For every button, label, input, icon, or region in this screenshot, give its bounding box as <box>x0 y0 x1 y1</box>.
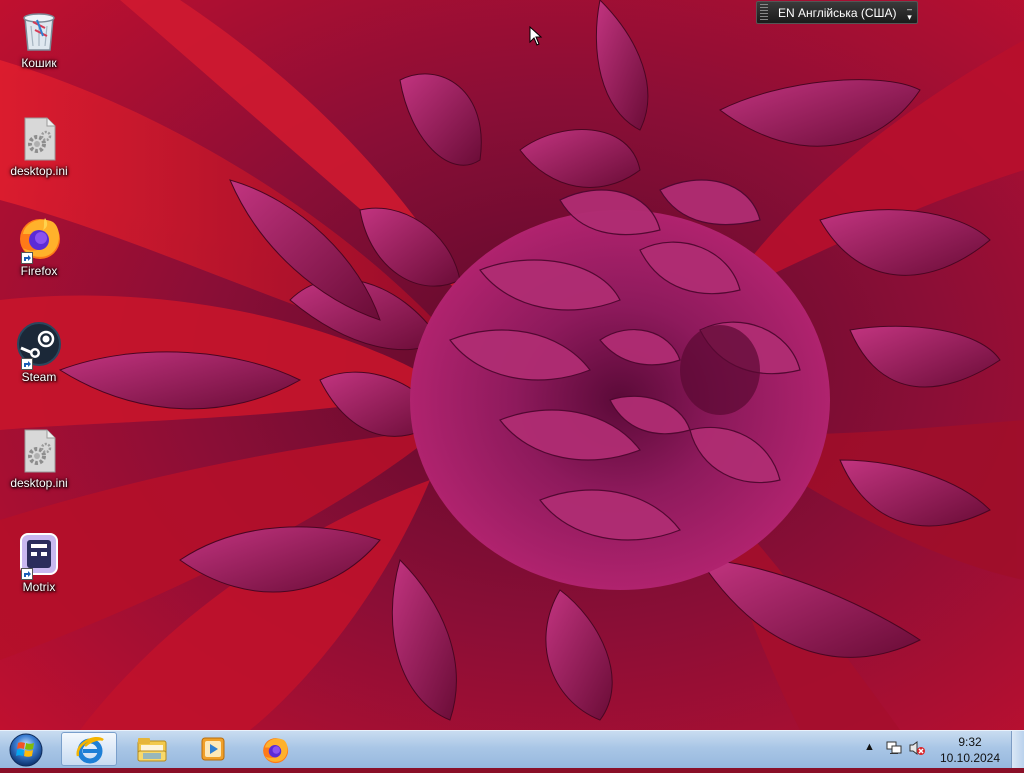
media-player-icon <box>201 737 225 761</box>
internet-explorer-icon <box>76 737 104 764</box>
desktop-icon-desktop-ini-2[interactable]: desktop.ini <box>4 426 74 490</box>
shortcut-arrow-icon <box>21 568 33 580</box>
input-language-label[interactable]: EN Англійська (США) <box>778 6 897 20</box>
taskbar-internet-explorer[interactable] <box>61 732 117 766</box>
desktop-icon-motrix[interactable]: Motrix <box>4 530 74 594</box>
taskbar-firefox[interactable] <box>247 732 303 766</box>
desktop-icon-firefox[interactable]: Firefox <box>4 214 74 278</box>
firefox-icon <box>263 738 289 764</box>
motrix-icon <box>15 530 63 580</box>
show-hidden-icons-arrow-icon[interactable]: ▲ <box>864 741 875 753</box>
shortcut-arrow-icon <box>21 252 33 264</box>
taskbar-file-explorer[interactable] <box>123 732 179 766</box>
start-button[interactable] <box>4 732 48 768</box>
desktop-icon-label: desktop.ini <box>10 476 68 490</box>
language-bar-options-icon[interactable]: – ▾ <box>907 4 912 21</box>
mouse-cursor-icon <box>529 26 543 46</box>
file-explorer-icon <box>137 738 167 762</box>
desktop-icon-label: Motrix <box>22 580 56 594</box>
taskbar: ▲ 9:32 10.10.2024 <box>0 730 1024 768</box>
settings-file-icon <box>15 426 63 474</box>
desktop-icon-steam[interactable]: Steam <box>4 320 74 384</box>
desktop-icon-label: Firefox <box>20 264 58 278</box>
desktop-icon-recycle-bin[interactable]: Кошик <box>4 6 74 70</box>
clock-date: 10.10.2024 <box>939 751 1001 765</box>
drag-grip-icon[interactable] <box>760 4 768 21</box>
desktop-icon-label: Steam <box>21 370 57 384</box>
network-icon[interactable] <box>886 740 902 759</box>
system-clock[interactable]: 9:32 10.10.2024 <box>930 734 1010 766</box>
settings-file-icon <box>15 114 63 162</box>
desktop-wallpaper <box>0 0 1024 730</box>
volume-muted-icon[interactable] <box>908 740 926 759</box>
language-bar[interactable]: EN Англійська (США) – ▾ <box>756 1 918 24</box>
clock-time: 9:32 <box>958 735 982 749</box>
desktop-icon-label: Кошик <box>21 56 57 70</box>
show-desktop-button[interactable] <box>1011 731 1024 768</box>
steam-icon <box>15 320 63 370</box>
taskbar-media-player[interactable] <box>185 732 241 766</box>
shortcut-arrow-icon <box>21 358 33 370</box>
firefox-icon <box>15 214 63 264</box>
recycle-bin-icon <box>15 6 63 54</box>
desktop-icon-desktop-ini-1[interactable]: desktop.ini <box>4 114 74 178</box>
desktop-icon-label: desktop.ini <box>10 164 68 178</box>
